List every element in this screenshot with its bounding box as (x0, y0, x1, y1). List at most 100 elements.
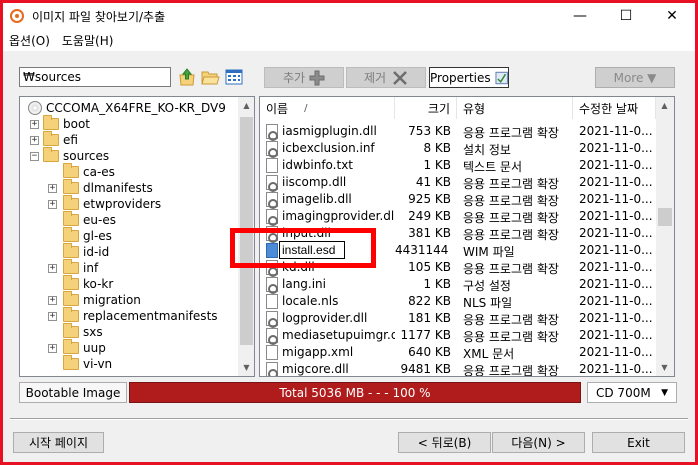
tree-item[interactable]: ca-es (63, 163, 115, 180)
up-folder-icon[interactable] (177, 67, 197, 87)
settings-file-icon (266, 175, 278, 192)
cell-type: 응용 프로그램 확장 (463, 313, 559, 327)
properties-button[interactable]: Properties (429, 67, 509, 88)
expand-icon[interactable]: + (48, 183, 57, 193)
table-row[interactable]: lang.ini 1 KB 구성 설정 2021-11-0... (260, 276, 656, 294)
table-row[interactable]: migapp.xml 640 KB XML 문서 2021-11-0... (260, 344, 656, 361)
table-row[interactable]: mediasetupuimgr.dll 1177 KB 응용 프로그램 확장 2021… (260, 327, 656, 345)
tree-item[interactable]: sxs (63, 323, 103, 340)
more-button[interactable]: More ▼ (595, 67, 675, 88)
cell-name: iasmigplugin.dll (282, 124, 377, 138)
column-header-modified[interactable]: 수정한 날짜 (573, 97, 656, 119)
disc-icon (28, 101, 42, 115)
folder-icon (63, 163, 79, 178)
tree-item[interactable]: gl-es (63, 227, 112, 244)
back-button[interactable]: < 뒤로(B) (398, 432, 491, 453)
tree-item[interactable]: + replacementmanifests (48, 307, 218, 324)
path-input[interactable] (19, 67, 171, 87)
chevron-down-icon: ▼ (661, 387, 668, 398)
column-header-size[interactable]: 크기 (395, 97, 457, 119)
expand-icon[interactable]: + (48, 263, 57, 273)
table-row[interactable]: iiscomp.dll 41 KB 응용 프로그램 확장 2021-11-0... (260, 174, 656, 192)
tree-item[interactable]: eu-es (63, 211, 116, 228)
start-page-button[interactable]: 시작 페이지 (13, 432, 104, 453)
folder-tree[interactable]: CCCOMA_X64FRE_KO-KR_DV9 + boot + efi − s… (19, 96, 255, 377)
scroll-up-arrow-icon[interactable]: ▲ (656, 97, 673, 114)
expand-icon[interactable]: + (30, 119, 39, 129)
expand-icon[interactable]: + (48, 343, 57, 353)
exit-button[interactable]: Exit (592, 432, 685, 453)
close-button[interactable]: ✕ (649, 3, 695, 29)
cell-name: imagingprovider.dll (282, 209, 395, 223)
expand-icon[interactable]: + (48, 295, 57, 305)
collapse-icon[interactable]: − (30, 151, 39, 161)
progress-text: Total 5036 MB - - - 100 % (279, 385, 431, 400)
media-size-select[interactable]: CD 700M ▼ (587, 382, 677, 403)
cell-modified: 2021-11-0... (579, 192, 653, 206)
cell-modified: 2021-11-0... (579, 243, 653, 257)
next-button[interactable]: 다음(N) > (492, 432, 585, 453)
sort-indicator-icon: / (304, 102, 308, 114)
tree-item[interactable]: + uup (48, 339, 106, 356)
maximize-button[interactable]: ☐ (603, 3, 649, 29)
cell-size: 925 KB (408, 192, 451, 206)
tree-item[interactable]: + inf (48, 259, 98, 276)
menu-help[interactable]: 도움말(H) (56, 32, 120, 49)
view-grid-icon[interactable] (224, 67, 244, 87)
add-button[interactable]: 추가 (264, 67, 344, 88)
cell-size: 9481 KB (400, 362, 451, 376)
scroll-thumb[interactable] (658, 208, 672, 226)
expand-icon[interactable]: + (48, 311, 57, 321)
tree-item[interactable]: ko-kr (63, 275, 113, 292)
cell-name: idwbinfo.txt (282, 158, 354, 172)
table-row[interactable]: iasmigplugin.dll 753 KB 응용 프로그램 확장 2021-11-… (260, 123, 656, 141)
remove-button[interactable]: 제거 (346, 67, 426, 88)
cell-size: 181 KB (408, 311, 451, 325)
table-row[interactable]: logprovider.dll 181 KB 응용 프로그램 확장 2021-11-0… (260, 310, 656, 328)
minimize-button[interactable]: — (557, 3, 603, 29)
cell-name: icbexclusion.inf (282, 141, 375, 155)
table-row[interactable]: imagingprovider.dll 249 KB 응용 프로그램 확장 2021-… (260, 208, 656, 226)
add-label: 추가 (282, 71, 306, 85)
tree-item-root[interactable]: CCCOMA_X64FRE_KO-KR_DV9 (28, 100, 226, 116)
folder-icon (63, 307, 79, 322)
open-folder-icon[interactable] (200, 67, 220, 87)
capacity-progress-bar: Total 5036 MB - - - 100 % (129, 382, 581, 403)
tree-item-sources[interactable]: − sources (30, 147, 109, 164)
expand-icon[interactable]: + (48, 199, 57, 209)
cell-name: locale.nls (282, 294, 339, 308)
tree-item[interactable]: id-id (63, 243, 109, 260)
folder-icon (63, 179, 79, 194)
tree-item[interactable]: vi-vn (63, 355, 112, 372)
settings-file-icon (266, 362, 278, 376)
column-header-type[interactable]: 유형 (457, 97, 573, 119)
cell-type: 응용 프로그램 확장 (463, 364, 559, 377)
expand-icon[interactable]: + (30, 135, 39, 145)
table-row[interactable]: imagelib.dll 925 KB 응용 프로그램 확장 2021-11-0... (260, 191, 656, 209)
document-file-icon (266, 158, 278, 173)
cell-modified: 2021-11-0... (579, 141, 653, 155)
cell-type: 응용 프로그램 확장 (463, 262, 559, 276)
table-row[interactable]: idwbinfo.txt 1 KB 텍스트 문서 2021-11-0... (260, 157, 656, 174)
tree-item-boot[interactable]: + boot (30, 115, 90, 132)
menu-options[interactable]: 옵션(O) (3, 32, 56, 49)
tree-item[interactable]: + dlmanifests (48, 179, 153, 196)
scroll-up-arrow-icon[interactable]: ▲ (238, 97, 254, 114)
table-row[interactable]: locale.nls 822 KB NLS 파일 2021-11-0... (260, 293, 656, 310)
cell-type: 텍스트 문서 (463, 160, 523, 174)
tree-item[interactable]: + etwproviders (48, 195, 161, 212)
cell-type: WIM 파일 (463, 245, 515, 259)
cell-name: migcore.dll (282, 362, 349, 376)
cell-modified: 2021-11-0... (579, 124, 653, 138)
cell-name: iiscomp.dll (282, 175, 347, 189)
table-row[interactable]: icbexclusion.inf 8 KB 설치 정보 2021-11-0... (260, 140, 656, 158)
scroll-down-arrow-icon[interactable]: ▼ (656, 359, 673, 376)
table-row[interactable]: migcore.dll 9481 KB 응용 프로그램 확장 2021-11-0... (260, 361, 656, 377)
scroll-down-arrow-icon[interactable]: ▼ (238, 359, 254, 376)
cell-name: lang.ini (282, 277, 326, 291)
tree-item[interactable]: + migration (48, 291, 141, 308)
cell-type: 응용 프로그램 확장 (463, 330, 559, 344)
tree-item-efi[interactable]: + efi (30, 131, 78, 148)
column-header-name[interactable]: 이름 / (260, 97, 395, 119)
list-scrollbar[interactable]: ▲ ▼ (656, 97, 674, 376)
